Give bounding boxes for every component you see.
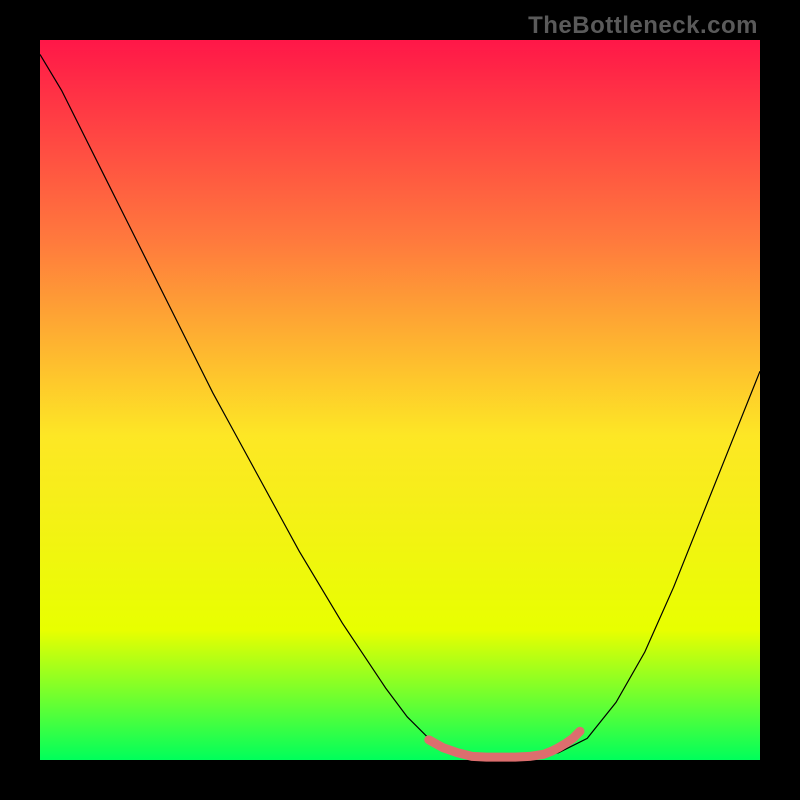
watermark-text: TheBottleneck.com bbox=[528, 12, 758, 40]
chart-container: TheBottleneck.com bbox=[0, 0, 800, 800]
chart-svg bbox=[40, 40, 760, 760]
gradient-background bbox=[40, 40, 760, 760]
plot-area bbox=[40, 40, 760, 760]
